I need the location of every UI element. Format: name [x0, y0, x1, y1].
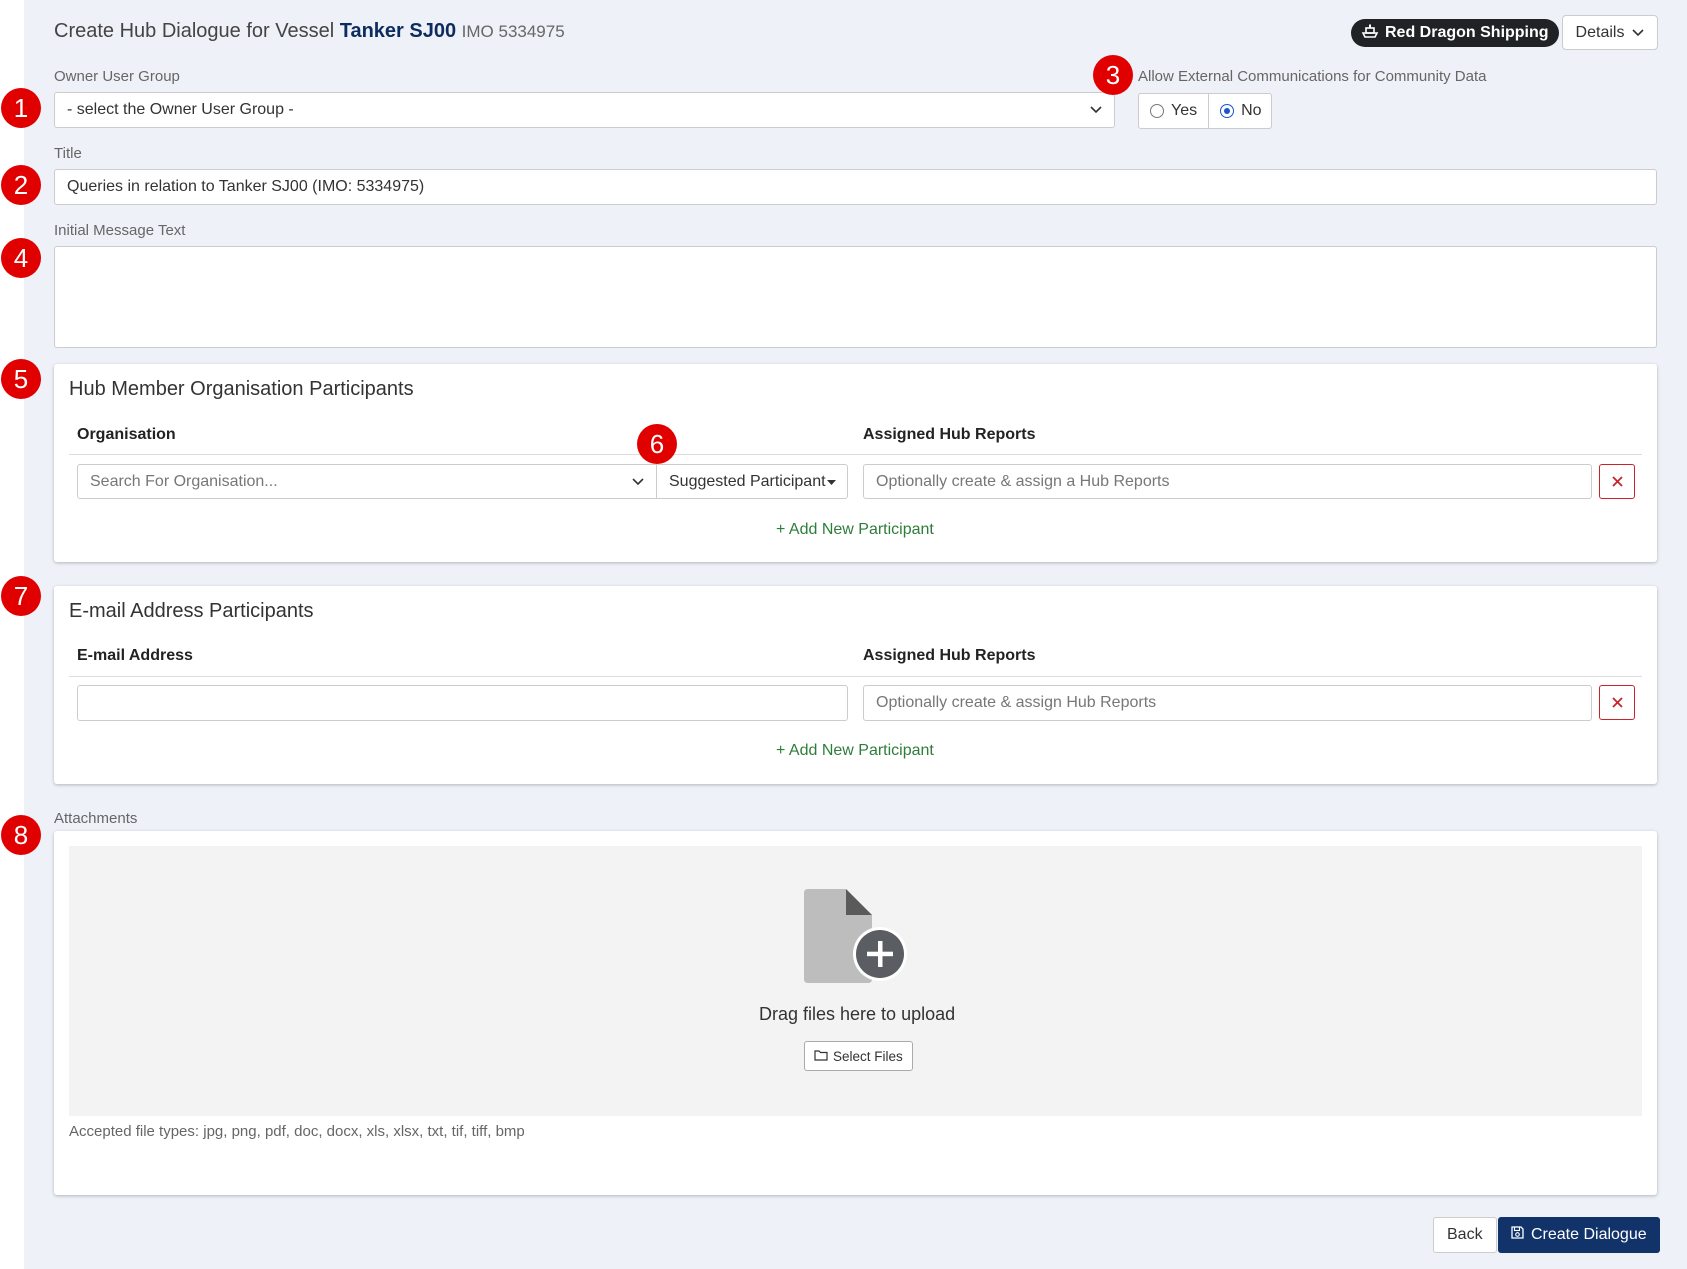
annotation-badge-5: 5 — [1, 359, 41, 399]
page-title: Create Hub Dialogue for Vessel Tanker SJ… — [54, 20, 565, 42]
chevron-down-icon — [1090, 101, 1102, 119]
radio-circle-checked — [1220, 104, 1235, 118]
organisation-search-select[interactable]: Search For Organisation... — [77, 464, 657, 499]
email-hub-reports-input[interactable]: Optionally create & assign Hub Reports — [863, 685, 1592, 721]
annotation-badge-8: 8 — [1, 815, 41, 855]
annotation-badge-6: 6 — [637, 424, 677, 464]
initial-message-textarea[interactable] — [54, 246, 1657, 348]
folder-icon — [814, 1049, 828, 1064]
vessel-imo: IMO 5334975 — [461, 22, 565, 41]
annotation-badge-2: 2 — [1, 165, 41, 205]
annotation-badge-3: 3 — [1093, 55, 1133, 95]
annotation-badge-1: 1 — [1, 88, 41, 128]
caret-down-icon — [827, 473, 836, 491]
details-dropdown-button[interactable]: Details — [1562, 15, 1658, 50]
title-input[interactable]: Queries in relation to Tanker SJ00 (IMO:… — [54, 169, 1657, 205]
accepted-file-types: Accepted file types: jpg, png, pdf, doc,… — [69, 1123, 525, 1140]
organisation-name: Red Dragon Shipping — [1385, 24, 1549, 41]
organisation-badge: Red Dragon Shipping — [1351, 19, 1559, 47]
save-icon — [1511, 1226, 1524, 1244]
remove-participant-button[interactable] — [1599, 464, 1635, 499]
hub-participants-title: Hub Member Organisation Participants — [69, 378, 414, 400]
assigned-reports-column-header: Assigned Hub Reports — [863, 426, 1036, 443]
radio-no[interactable]: No — [1208, 94, 1272, 128]
table-header-divider — [69, 676, 1642, 677]
vessel-name: Tanker SJ00 — [339, 20, 457, 42]
close-icon — [1611, 692, 1623, 713]
file-add-icon — [804, 889, 908, 988]
chevron-down-icon — [1632, 24, 1645, 42]
email-input[interactable] — [77, 685, 848, 721]
email-column-header: E-mail Address — [77, 647, 193, 664]
chevron-down-icon — [632, 473, 644, 491]
annotation-badge-7: 7 — [1, 576, 41, 616]
remove-email-participant-button[interactable] — [1599, 685, 1635, 720]
radio-yes[interactable]: Yes — [1139, 94, 1208, 128]
owner-group-label: Owner User Group — [54, 68, 180, 85]
initial-message-label: Initial Message Text — [54, 222, 186, 239]
organisation-column-header: Organisation — [77, 426, 176, 443]
ship-icon — [1361, 23, 1379, 44]
radio-circle — [1150, 104, 1164, 118]
external-comms-label: Allow External Communications for Commun… — [1138, 68, 1487, 85]
email-participants-title: E-mail Address Participants — [69, 600, 314, 622]
owner-group-select[interactable]: - select the Owner User Group - — [54, 92, 1115, 128]
add-email-participant-link[interactable]: + Add New Participant — [776, 742, 934, 760]
add-organisation-participant-link[interactable]: + Add New Participant — [776, 521, 934, 539]
participant-role-dropdown[interactable]: Suggested Participant — [656, 464, 848, 499]
back-button[interactable]: Back — [1433, 1217, 1497, 1253]
annotation-badge-4: 4 — [1, 238, 41, 278]
hub-reports-input[interactable]: Optionally create & assign a Hub Reports — [863, 464, 1592, 499]
assigned-reports-column-header: Assigned Hub Reports — [863, 647, 1036, 664]
close-icon — [1611, 471, 1623, 492]
external-comms-radio-group: Yes No — [1138, 93, 1272, 129]
select-files-button[interactable]: Select Files — [804, 1041, 913, 1071]
title-label: Title — [54, 145, 82, 162]
table-header-divider — [69, 454, 1642, 455]
drop-files-text: Drag files here to upload — [759, 1004, 956, 1024]
create-dialogue-button[interactable]: Create Dialogue — [1498, 1217, 1660, 1253]
attachments-label: Attachments — [54, 810, 138, 827]
